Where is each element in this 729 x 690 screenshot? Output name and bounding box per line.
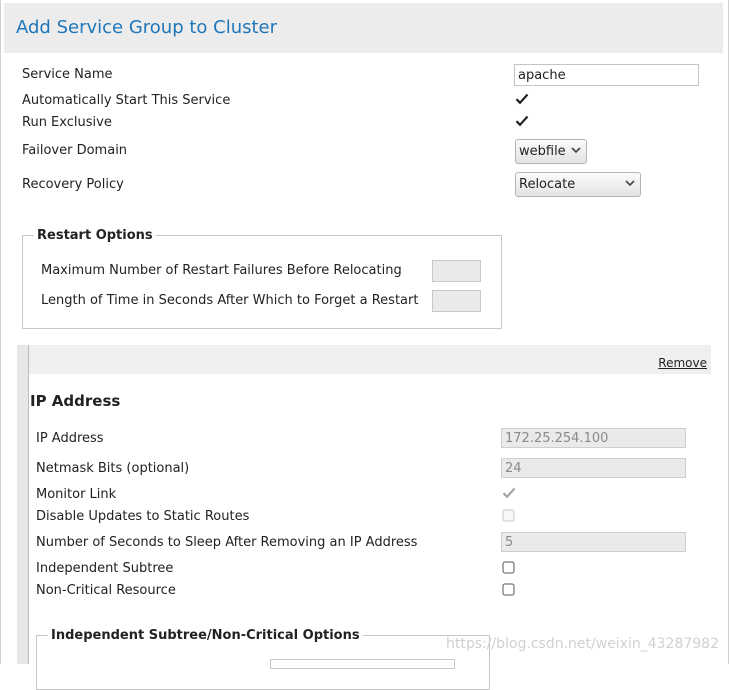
non-critical-checkbox[interactable] xyxy=(502,583,516,597)
netmask-label: Netmask Bits (optional) xyxy=(36,461,190,476)
recovery-policy-label: Recovery Policy xyxy=(22,177,124,192)
dialog-header: Add Service Group to Cluster xyxy=(4,3,723,53)
autostart-checkbox[interactable] xyxy=(515,92,529,106)
forget-restart-time-input[interactable] xyxy=(432,290,481,312)
failover-domain-select[interactable]: webfile xyxy=(515,139,587,164)
monitor-link-checkbox[interactable] xyxy=(502,486,516,500)
independent-subtree-checkbox[interactable] xyxy=(502,561,516,575)
chevron-down-icon xyxy=(571,147,581,154)
dialog-title: Add Service Group to Cluster xyxy=(16,17,278,38)
monitor-link-label: Monitor Link xyxy=(36,487,117,502)
subtree-option-input[interactable] xyxy=(270,659,455,669)
disable-updates-label: Disable Updates to Static Routes xyxy=(36,509,250,524)
run-exclusive-checkbox[interactable] xyxy=(515,114,529,128)
netmask-input[interactable] xyxy=(501,458,686,478)
sleep-seconds-label: Number of Seconds to Sleep After Removin… xyxy=(36,535,418,550)
ip-address-label: IP Address xyxy=(36,431,104,446)
resource-title: IP Address xyxy=(30,392,121,410)
service-name-input[interactable] xyxy=(514,64,699,86)
run-exclusive-label: Run Exclusive xyxy=(22,115,112,130)
resource-indent-bar xyxy=(17,345,29,664)
recovery-policy-select[interactable]: Relocate xyxy=(515,172,641,197)
resource-header-bar xyxy=(17,345,711,374)
ip-address-input[interactable] xyxy=(501,428,686,448)
service-name-label: Service Name xyxy=(22,67,113,82)
disable-updates-checkbox[interactable] xyxy=(502,509,516,523)
remove-resource-link[interactable]: Remove xyxy=(658,356,707,370)
non-critical-label: Non-Critical Resource xyxy=(36,583,176,598)
failover-domain-label: Failover Domain xyxy=(22,143,128,158)
restart-options-fieldset: Restart Options xyxy=(22,228,502,329)
restart-options-legend: Restart Options xyxy=(37,228,153,243)
sleep-seconds-input[interactable] xyxy=(501,532,686,552)
max-restart-failures-label: Maximum Number of Restart Failures Befor… xyxy=(41,263,402,278)
failover-domain-value: webfile xyxy=(519,144,566,159)
autostart-label: Automatically Start This Service xyxy=(22,93,231,108)
watermark: https://blog.csdn.net/weixin_43287982 xyxy=(445,636,719,652)
max-restart-failures-input[interactable] xyxy=(432,260,481,282)
chevron-down-icon xyxy=(625,180,635,187)
independent-subtree-label: Independent Subtree xyxy=(36,561,174,576)
subtree-options-legend: Independent Subtree/Non-Critical Options xyxy=(51,628,360,643)
forget-restart-time-label: Length of Time in Seconds After Which to… xyxy=(41,293,419,308)
recovery-policy-value: Relocate xyxy=(519,177,576,192)
